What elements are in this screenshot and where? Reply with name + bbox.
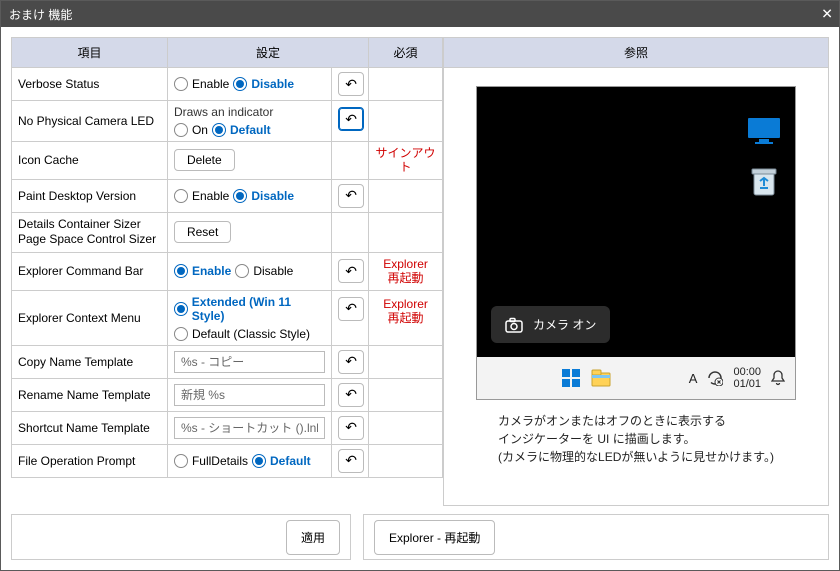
- req-cmdbar-1: Explorer: [375, 257, 436, 271]
- copy-name-input[interactable]: [174, 351, 325, 373]
- main-row: 項目 設定 必須 Verbose Status Enable Disable: [11, 37, 829, 506]
- label-shortcut: Shortcut Name Template: [12, 411, 168, 444]
- undo-fileop[interactable]: ↶: [338, 449, 364, 473]
- undo-copy-name[interactable]: ↶: [338, 350, 364, 374]
- undo-paint[interactable]: ↶: [338, 184, 364, 208]
- preview-desktop: カメラ オン: [477, 87, 795, 357]
- radio-paint-enable[interactable]: Enable: [174, 189, 229, 203]
- row-rename: Rename Name Template ↶: [12, 378, 443, 411]
- radio-led-default[interactable]: Default: [212, 123, 271, 137]
- req-ctx-1: Explorer: [375, 297, 436, 311]
- camera-icon: [505, 317, 523, 333]
- th-required: 必須: [369, 38, 443, 68]
- bottom-seg-restart: Explorer - 再起動: [363, 514, 829, 560]
- camera-toast: カメラ オン: [491, 306, 610, 343]
- row-verbose-status: Verbose Status Enable Disable ↶: [12, 68, 443, 101]
- clock-date: 01/01: [733, 378, 761, 390]
- req-cmdbar-2: 再起動: [375, 271, 436, 285]
- clock-time: 00:00: [733, 366, 761, 378]
- row-paint-desktop: Paint Desktop Version Enable Disable ↶: [12, 179, 443, 212]
- label-no-physical-led: No Physical Camera LED: [12, 101, 168, 142]
- radio-ctx-extended[interactable]: Extended (Win 11 Style): [174, 295, 325, 323]
- preview-panel: 参照: [443, 37, 829, 506]
- row-shortcut: Shortcut Name Template ↶: [12, 411, 443, 444]
- row-command-bar: Explorer Command Bar Enable Disable ↶ Ex…: [12, 252, 443, 290]
- window-root: おまけ 機能 ✕ 項目 設定 必須: [0, 0, 840, 571]
- label-context-menu: Explorer Context Menu: [12, 290, 168, 345]
- label-command-bar: Explorer Command Bar: [12, 252, 168, 290]
- details-sizer-reset-button[interactable]: Reset: [174, 221, 231, 243]
- window-title: おまけ 機能: [9, 6, 72, 23]
- undo-cmdbar[interactable]: ↶: [338, 259, 364, 283]
- label-file-op: File Operation Prompt: [12, 444, 168, 477]
- rename-input[interactable]: [174, 384, 325, 406]
- radio-ctx-classic[interactable]: Default (Classic Style): [174, 327, 310, 341]
- label-rename: Rename Name Template: [12, 378, 168, 411]
- titlebar: おまけ 機能 ✕: [1, 1, 839, 27]
- radio-verbose-disable[interactable]: Disable: [233, 77, 294, 91]
- icon-cache-delete-button[interactable]: Delete: [174, 149, 235, 171]
- content-area: 項目 設定 必須 Verbose Status Enable Disable: [1, 27, 839, 570]
- label-paint-desktop: Paint Desktop Version: [12, 179, 168, 212]
- undo-ctx[interactable]: ↶: [338, 297, 364, 321]
- radio-cmdbar-enable[interactable]: Enable: [174, 264, 231, 278]
- ime-indicator: A: [689, 371, 698, 386]
- preview-caption: カメラがオンまたはオフのときに表示する インジケーターを UI に描画します。 …: [498, 412, 774, 466]
- radio-fileop-full[interactable]: FullDetails: [174, 454, 248, 468]
- taskbar-clock: 00:00 01/01: [733, 366, 761, 390]
- start-icon: [561, 368, 581, 388]
- th-item: 項目: [12, 38, 168, 68]
- row-file-op: File Operation Prompt FullDetails Defaul…: [12, 444, 443, 477]
- sync-icon: [707, 370, 723, 386]
- row-context-menu: Explorer Context Menu Extended (Win 11 S…: [12, 290, 443, 345]
- row-no-physical-led: No Physical Camera LED Draws an indicato…: [12, 101, 443, 142]
- label-verbose-status: Verbose Status: [12, 68, 168, 101]
- preview-body: カメラ オン: [444, 68, 828, 505]
- req-ctx-2: 再起動: [375, 311, 436, 325]
- row-icon-cache: Icon Cache Delete サインアウト: [12, 142, 443, 180]
- settings-panel: 項目 設定 必須 Verbose Status Enable Disable: [11, 37, 443, 506]
- apply-button[interactable]: 適用: [286, 520, 340, 555]
- radio-paint-disable[interactable]: Disable: [233, 189, 294, 203]
- preview-monitor: カメラ オン: [476, 86, 796, 400]
- row-details-sizer: Details Container Sizer Page Space Contr…: [12, 212, 443, 252]
- radio-led-on[interactable]: On: [174, 123, 208, 137]
- undo-verbose[interactable]: ↶: [338, 72, 364, 96]
- recycle-bin-icon: [751, 167, 777, 197]
- settings-table: 項目 設定 必須 Verbose Status Enable Disable: [11, 37, 443, 478]
- label-details-sizer-2: Page Space Control Sizer: [18, 232, 161, 248]
- camera-toast-label: カメラ オン: [533, 316, 596, 333]
- label-copy-name: Copy Name Template: [12, 345, 168, 378]
- radio-cmdbar-disable[interactable]: Disable: [235, 264, 293, 278]
- caption-line-1: カメラがオンまたはオフのときに表示する: [498, 412, 774, 430]
- shortcut-input[interactable]: [174, 417, 325, 439]
- undo-shortcut[interactable]: ↶: [338, 416, 364, 440]
- bottom-seg-apply: 適用: [11, 514, 351, 560]
- req-icon-cache: サインアウト: [369, 142, 443, 180]
- preview-taskbar: A 00:00 01/01: [477, 357, 795, 399]
- undo-led[interactable]: ↶: [338, 107, 364, 131]
- bottom-bar: 適用 Explorer - 再起動: [11, 514, 829, 560]
- row-copy-name: Copy Name Template ↶: [12, 345, 443, 378]
- close-icon[interactable]: ✕: [821, 6, 833, 23]
- led-desc: Draws an indicator: [174, 105, 325, 119]
- label-details-sizer-1: Details Container Sizer: [18, 217, 161, 233]
- preview-header: 参照: [444, 38, 828, 68]
- undo-rename[interactable]: ↶: [338, 383, 364, 407]
- radio-fileop-default[interactable]: Default: [252, 454, 311, 468]
- label-icon-cache: Icon Cache: [12, 142, 168, 180]
- bell-icon: [771, 370, 785, 386]
- caption-line-2: インジケーターを UI に描画します。: [498, 430, 774, 448]
- radio-verbose-enable[interactable]: Enable: [174, 77, 229, 91]
- monitor-icon: [747, 117, 781, 145]
- th-setting: 設定: [167, 38, 368, 68]
- explorer-restart-button[interactable]: Explorer - 再起動: [374, 520, 495, 555]
- explorer-icon: [591, 369, 611, 387]
- caption-line-3: (カメラに物理的なLEDが無いように見せかけます。): [498, 448, 774, 466]
